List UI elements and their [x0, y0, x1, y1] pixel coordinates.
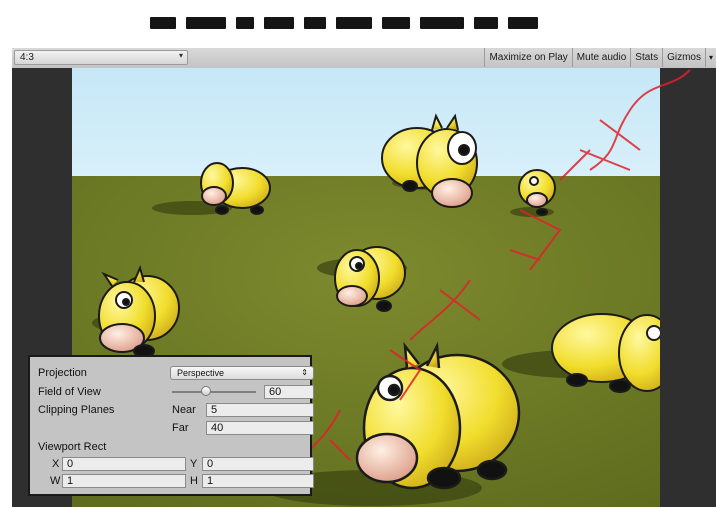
fov-slider-track[interactable] — [172, 391, 256, 393]
cow-6 — [551, 313, 660, 393]
game-view-toolbar: 4:3 ▾ Maximize on Play Mute audio Stats … — [12, 48, 716, 69]
gizmos-dropdown-icon[interactable]: ▾ — [704, 48, 716, 67]
projection-dropdown[interactable]: Perspective ⇕ — [170, 366, 314, 380]
viewport-rect-label: Viewport Rect — [38, 441, 107, 453]
h-value-field[interactable]: 1 — [202, 474, 314, 488]
projection-label: Projection — [38, 367, 87, 379]
stats-button[interactable]: Stats — [630, 48, 662, 67]
clipping-planes-label: Clipping Planes — [38, 404, 115, 416]
near-label: Near — [172, 404, 196, 416]
maximize-on-play-button[interactable]: Maximize on Play — [484, 48, 571, 67]
mute-audio-button[interactable]: Mute audio — [571, 48, 630, 67]
far-label: Far — [172, 422, 189, 434]
x-value-field[interactable]: 0 — [62, 457, 186, 471]
updown-arrows-icon: ⇕ — [301, 368, 308, 377]
aspect-ratio-dropdown[interactable]: 4:3 ▾ — [14, 50, 188, 65]
fov-value-field[interactable]: 60 — [264, 385, 314, 399]
chevron-down-icon: ▾ — [178, 51, 183, 60]
y-value-field[interactable]: 0 — [202, 457, 314, 471]
h-label: H — [190, 475, 198, 487]
fov-slider-handle[interactable] — [200, 386, 211, 396]
letterbox-right — [660, 68, 716, 507]
far-value-field[interactable]: 40 — [206, 421, 314, 435]
near-value-field[interactable]: 5 — [206, 403, 314, 417]
x-label: X — [52, 458, 60, 470]
w-value-field[interactable]: 1 — [62, 474, 186, 488]
projection-value: Perspective — [177, 368, 225, 378]
gizmos-button[interactable]: Gizmos — [662, 48, 705, 67]
camera-settings-panel: Projection Perspective ⇕ Field of View 6… — [28, 355, 314, 496]
top-caption-glyphs — [150, 10, 570, 36]
w-label: W — [50, 475, 61, 487]
y-label: Y — [190, 458, 198, 470]
aspect-ratio-value: 4:3 — [20, 52, 34, 63]
field-of-view-label: Field of View — [38, 386, 101, 398]
